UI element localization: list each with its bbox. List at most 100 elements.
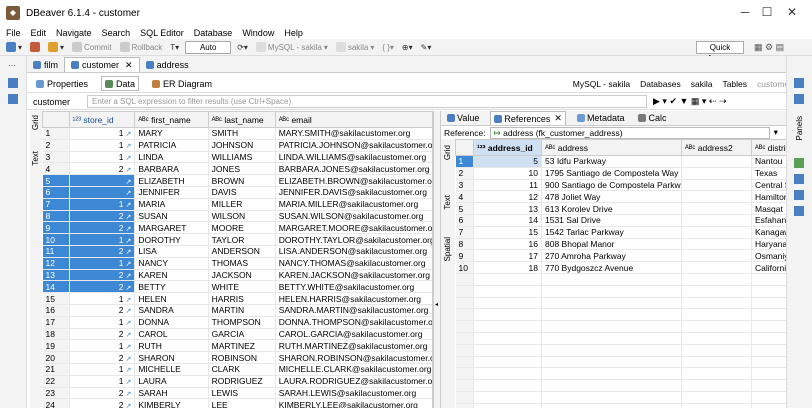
link-icon[interactable]: ↗ bbox=[125, 190, 131, 197]
row-number[interactable]: 1 bbox=[455, 155, 474, 168]
email-cell[interactable]: DONNA.THOMPSON@sakilacustomer.org bbox=[275, 316, 432, 329]
link-icon[interactable]: ↗ bbox=[125, 308, 131, 315]
store-id-cell[interactable]: 1 ↗ bbox=[69, 198, 136, 211]
panel-toggle-icon[interactable] bbox=[794, 158, 804, 168]
table-row[interactable]: 10 1 ↗ DOROTHY TAYLOR DOROTHY.TAYLOR@sakilacu… bbox=[42, 233, 432, 246]
address2-cell[interactable] bbox=[681, 167, 752, 180]
table-row[interactable]: 917270 Amroha Parkway Osmaniye bbox=[455, 249, 786, 263]
last-name-cell[interactable]: LEE bbox=[208, 398, 276, 408]
row-number[interactable]: 8 bbox=[42, 210, 70, 223]
store-id-cell[interactable]: 1 ↗ bbox=[69, 292, 136, 305]
store-id-cell[interactable]: ↗ bbox=[69, 174, 136, 187]
table-row[interactable]: 1 5 53 Idfu Parkway Nantou bbox=[455, 155, 786, 168]
store-id-cell[interactable]: 2 ↗ bbox=[69, 328, 136, 341]
store-id-cell[interactable]: 2 ↗ bbox=[69, 221, 136, 235]
table-row[interactable]: 9 2 ↗ MARGARET MOORE MARGARET.MOORE@sakilacus… bbox=[42, 221, 432, 235]
menu-window[interactable]: Window bbox=[242, 28, 274, 38]
tab-address[interactable]: address bbox=[140, 57, 195, 72]
last-name-cell[interactable]: WILSON bbox=[208, 210, 276, 223]
first-name-cell[interactable]: PATRICIA bbox=[134, 139, 209, 152]
first-name-cell[interactable]: DONNA bbox=[134, 316, 209, 329]
row-number[interactable]: 15 bbox=[42, 292, 70, 305]
tab-data[interactable]: Data bbox=[101, 76, 140, 91]
email-cell[interactable]: MARGARET.MOORE@sakilacustomer.org bbox=[275, 221, 432, 235]
tab-customer[interactable]: customer ✕ bbox=[64, 57, 140, 72]
disconnect-button[interactable] bbox=[28, 41, 42, 54]
first-name-cell[interactable]: MARIA bbox=[134, 198, 209, 211]
tab-film[interactable]: film bbox=[27, 57, 64, 72]
first-name-cell[interactable]: LINDA bbox=[134, 151, 209, 164]
district-cell[interactable]: Esfahan bbox=[751, 214, 786, 227]
tab-references[interactable]: References ✕ bbox=[490, 111, 566, 125]
row-number[interactable]: 7 bbox=[455, 226, 474, 239]
email-cell[interactable]: HELEN.HARRIS@sakilacustomer.org bbox=[275, 292, 432, 305]
district-cell[interactable]: Kanagawa bbox=[751, 226, 786, 239]
row-number[interactable]: 8 bbox=[455, 238, 474, 251]
breadcrumb-tables[interactable]: Tables bbox=[722, 79, 747, 89]
table-row[interactable]: 5 ↗ ELIZABETH BROWN ELIZABETH.BROWN@sakilacu… bbox=[42, 174, 432, 187]
link-icon[interactable]: ↗ bbox=[125, 202, 131, 209]
column-header-address-id[interactable]: ¹²³ address_id bbox=[473, 139, 542, 156]
address2-cell[interactable] bbox=[681, 226, 752, 239]
address-id-cell[interactable]: 14 bbox=[473, 214, 542, 227]
chevron-down-icon[interactable]: ▾ bbox=[774, 127, 778, 138]
email-cell[interactable]: SANDRA.MARTIN@sakilacustomer.org bbox=[275, 304, 432, 317]
row-number[interactable]: 10 bbox=[42, 233, 70, 246]
email-cell[interactable]: BETTY.WHITE@sakilacustomer.org bbox=[275, 280, 432, 294]
email-cell[interactable]: KAREN.JACKSON@sakilacustomer.org bbox=[275, 269, 432, 282]
link-icon[interactable]: ↗ bbox=[125, 367, 131, 374]
table-row[interactable]: 3 1 ↗ LINDA WILLIAMS LINDA.WILLIAMS@sakilacus… bbox=[42, 151, 432, 164]
address2-cell[interactable] bbox=[681, 190, 752, 204]
store-id-cell[interactable]: 1 ↗ bbox=[69, 127, 136, 140]
first-name-cell[interactable]: SUSAN bbox=[134, 210, 209, 223]
address-cell[interactable]: 613 Korolev Drive bbox=[541, 202, 682, 215]
history-button[interactable]: ⟳▾ bbox=[235, 41, 250, 54]
table-row[interactable]: 23 2 ↗ SARAH LEWIS SARAH.LEWIS@sakilacustomer… bbox=[42, 387, 432, 400]
row-number[interactable]: 5 bbox=[42, 174, 70, 187]
row-number[interactable]: 1 bbox=[42, 127, 70, 140]
column-header-address[interactable]: ᴬᴮᶜ address bbox=[541, 139, 682, 156]
address-id-cell[interactable]: 11 bbox=[473, 179, 542, 192]
row-number[interactable]: 4 bbox=[42, 162, 70, 176]
first-name-cell[interactable]: LISA bbox=[134, 245, 209, 258]
panel-toggle-icon[interactable] bbox=[794, 206, 804, 216]
district-cell[interactable]: Texas bbox=[751, 167, 786, 180]
column-header-first-name[interactable]: ᴬᴮᶜ first_name bbox=[134, 111, 209, 128]
first-name-cell[interactable]: MICHELLE bbox=[134, 363, 209, 376]
outline-icon[interactable] bbox=[794, 78, 804, 88]
row-number[interactable]: 2 bbox=[42, 139, 70, 152]
email-cell[interactable]: DOROTHY.TAYLOR@sakilacustomer.org bbox=[275, 233, 432, 246]
email-cell[interactable]: LINDA.WILLIAMS@sakilacustomer.org bbox=[275, 151, 432, 164]
column-header-last-name[interactable]: ᴬᴮᶜ last_name bbox=[207, 111, 276, 128]
side-tab-grid-right[interactable]: Grid bbox=[443, 145, 452, 160]
last-name-cell[interactable]: JOHNSON bbox=[208, 139, 276, 152]
table-row[interactable]: 6 ↗ JENNIFER DAVIS JENNIFER.DAVIS@sakilacust… bbox=[42, 186, 432, 199]
last-name-cell[interactable]: MILLER bbox=[208, 198, 276, 211]
row-number[interactable]: 16 bbox=[42, 304, 70, 317]
district-cell[interactable]: California bbox=[751, 261, 786, 274]
district-cell[interactable]: Nantou bbox=[751, 155, 786, 168]
address-id-cell[interactable]: 13 bbox=[473, 202, 542, 215]
address2-cell[interactable] bbox=[681, 202, 752, 215]
schema-selector[interactable]: sakila ▾ bbox=[334, 41, 376, 54]
last-name-cell[interactable]: HARRIS bbox=[208, 292, 276, 305]
address2-cell[interactable] bbox=[681, 249, 752, 263]
quick-access-input[interactable]: Quick Access bbox=[696, 41, 744, 63]
new-connection-button[interactable]: ▾ bbox=[4, 41, 24, 54]
address-cell[interactable]: 1795 Santiago de Compostela Way bbox=[541, 167, 682, 180]
tools-button[interactable]: ✎▾ bbox=[419, 41, 434, 54]
datasource-selector[interactable]: MySQL - sakila ▾ bbox=[254, 41, 330, 54]
email-cell[interactable]: SARAH.LEWIS@sakilacustomer.org bbox=[275, 387, 432, 400]
store-id-cell[interactable]: 1 ↗ bbox=[69, 257, 136, 270]
store-id-cell[interactable]: 2 ↗ bbox=[69, 280, 136, 294]
menu-file[interactable]: File bbox=[6, 28, 21, 38]
store-id-cell[interactable]: 2 ↗ bbox=[69, 210, 136, 223]
row-number[interactable]: 21 bbox=[42, 363, 70, 376]
column-header-address2[interactable]: ᴬᴮᶜ address2 bbox=[681, 139, 752, 156]
rollback-button[interactable]: Rollback bbox=[118, 41, 165, 54]
email-cell[interactable]: SHARON.ROBINSON@sakilacustomer.org bbox=[275, 351, 432, 364]
column-header-email[interactable]: ᴬᴮᶜ email bbox=[274, 111, 432, 128]
row-number[interactable]: 3 bbox=[42, 151, 70, 164]
commit-mode-select[interactable]: Auto bbox=[185, 40, 232, 54]
last-name-cell[interactable]: MARTINEZ bbox=[208, 339, 276, 353]
